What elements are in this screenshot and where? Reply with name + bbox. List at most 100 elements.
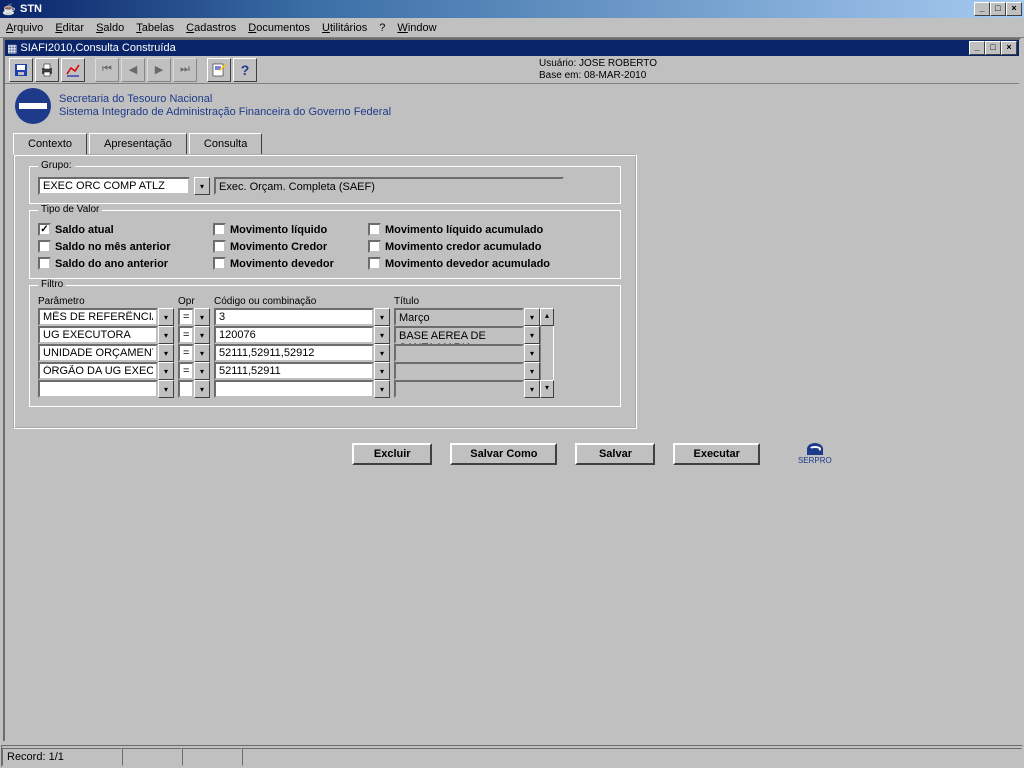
edit-icon-button[interactable] (207, 58, 231, 82)
chk-saldo-ano-anterior[interactable]: Saldo do ano anterior (38, 257, 213, 270)
opr-input[interactable] (178, 362, 194, 380)
scroll-down-button[interactable]: ▾ (540, 380, 554, 398)
grupo-desc: Exec. Orçam. Completa (SAEF) (214, 177, 564, 195)
excluir-button[interactable]: Excluir (352, 443, 432, 465)
executar-button[interactable]: Executar (673, 443, 759, 465)
chk-mov-liquido[interactable]: Movimento líquido (213, 223, 368, 236)
param-input[interactable] (38, 344, 158, 362)
save-icon-button[interactable] (9, 58, 33, 82)
chk-mov-liquido-acum[interactable]: Movimento líquido acumulado (368, 223, 612, 236)
child-minimize-button[interactable]: _ (969, 41, 985, 55)
first-icon-button: ⏮ (95, 58, 119, 82)
filter-row: ▾ ▾ ▾ ▾ (38, 362, 612, 380)
chk-mov-credor[interactable]: Movimento Credor (213, 240, 368, 253)
titulo-readonly (394, 380, 524, 398)
chk-saldo-mes-anterior[interactable]: Saldo no mês anterior (38, 240, 213, 253)
codigo-input[interactable] (214, 326, 374, 344)
salvar-como-button[interactable]: Salvar Como (450, 443, 557, 465)
param-input[interactable] (38, 380, 158, 398)
tab-consulta[interactable]: Consulta (189, 133, 262, 155)
param-input[interactable] (38, 362, 158, 380)
child-titlebar: ▦ SIAFI2010,Consulta Construída _ □ × (5, 40, 1019, 56)
titulo-readonly (394, 362, 524, 380)
filter-row: ▾▾▾▾▾ (38, 380, 612, 398)
grupo-dropdown-button[interactable]: ▾ (194, 177, 210, 195)
child-close-button[interactable]: × (1001, 41, 1017, 55)
codigo-dropdown-button[interactable]: ▾ (374, 344, 390, 362)
menu-saldo[interactable]: Saldo (96, 22, 124, 34)
menu-cadastros[interactable]: Cadastros (186, 22, 236, 34)
serpro-logo: SERPRO (798, 443, 832, 465)
chart-icon-button[interactable] (61, 58, 85, 82)
chk-mov-credor-acum[interactable]: Movimento credor acumulado (368, 240, 612, 253)
titulo-dropdown-button[interactable]: ▾ (524, 380, 540, 398)
grupo-legend: Grupo: (38, 160, 75, 171)
filtro-fieldset: Filtro Parâmetro Opr Código ou combinaçã… (29, 285, 621, 407)
titulo-dropdown-button[interactable]: ▾ (524, 326, 540, 344)
param-dropdown-button[interactable]: ▾ (158, 380, 174, 398)
param-input[interactable] (38, 308, 158, 326)
last-icon-button: ⏭ (173, 58, 197, 82)
codigo-input[interactable] (214, 380, 374, 398)
param-input[interactable] (38, 326, 158, 344)
context-panel: Grupo: ▾ Exec. Orçam. Completa (SAEF) Ti… (13, 154, 637, 429)
print-icon-button[interactable] (35, 58, 59, 82)
maximize-button[interactable]: □ (990, 2, 1006, 16)
codigo-input[interactable] (214, 308, 374, 326)
chk-saldo-atual[interactable]: ✓Saldo atual (38, 223, 213, 236)
codigo-input[interactable] (214, 344, 374, 362)
chk-mov-devedor-acum[interactable]: Movimento devedor acumulado (368, 257, 612, 270)
param-dropdown-button[interactable]: ▾ (158, 326, 174, 344)
codigo-dropdown-button[interactable]: ▾ (374, 380, 390, 398)
opr-input[interactable] (178, 344, 194, 362)
child-maximize-button[interactable]: □ (985, 41, 1001, 55)
opr-dropdown-button[interactable]: ▾ (194, 308, 210, 326)
org-line2: Sistema Integrado de Administração Finan… (59, 106, 391, 119)
chk-mov-devedor[interactable]: Movimento devedor (213, 257, 368, 270)
filter-row: ▾ ▾ ▾ ▾ (38, 344, 612, 362)
close-button[interactable]: × (1006, 2, 1022, 16)
help-icon-button[interactable]: ? (233, 58, 257, 82)
scroll-up-button[interactable]: ▴ (540, 308, 554, 326)
opr-input[interactable] (178, 326, 194, 344)
codigo-input[interactable] (214, 362, 374, 380)
menu-utilitarios[interactable]: Utilitários (322, 22, 367, 34)
opr-dropdown-button[interactable]: ▾ (194, 362, 210, 380)
menu-documentos[interactable]: Documentos (248, 22, 310, 34)
menu-tabelas[interactable]: Tabelas (136, 22, 174, 34)
codigo-dropdown-button[interactable]: ▾ (374, 362, 390, 380)
grupo-input[interactable] (38, 177, 190, 195)
titulo-dropdown-button[interactable]: ▾ (524, 362, 540, 380)
opr-input[interactable] (178, 308, 194, 326)
filter-row: ▾▾▾BASE AEREA DE SANTA MARIA▾ (38, 326, 612, 344)
opr-input[interactable] (178, 380, 194, 398)
outer-window-title: STN (20, 3, 974, 15)
java-icon: ☕ (2, 2, 16, 16)
prev-icon-button: ◀ (121, 58, 145, 82)
menu-editar[interactable]: Editar (55, 22, 84, 34)
salvar-button[interactable]: Salvar (575, 443, 655, 465)
codigo-dropdown-button[interactable]: ▾ (374, 308, 390, 326)
tab-contexto[interactable]: Contexto (13, 133, 87, 155)
menubar: Arquivo Editar Saldo Tabelas Cadastros D… (0, 18, 1024, 38)
tab-apresentacao[interactable]: Apresentação (89, 133, 187, 155)
menu-window[interactable]: Window (397, 22, 436, 34)
titulo-dropdown-button[interactable]: ▾ (524, 344, 540, 362)
minimize-button[interactable]: _ (974, 2, 990, 16)
tabs-row: Contexto Apresentação Consulta (13, 132, 1019, 154)
param-dropdown-button[interactable]: ▾ (158, 308, 174, 326)
param-dropdown-button[interactable]: ▾ (158, 344, 174, 362)
param-dropdown-button[interactable]: ▾ (158, 362, 174, 380)
opr-dropdown-button[interactable]: ▾ (194, 326, 210, 344)
org-header: Secretaria do Tesouro Nacional Sistema I… (5, 84, 1019, 132)
menu-ajuda[interactable]: ? (379, 22, 385, 34)
grupo-fieldset: Grupo: ▾ Exec. Orçam. Completa (SAEF) (29, 166, 621, 204)
tipovalor-legend: Tipo de Valor (38, 204, 102, 215)
titulo-readonly: BASE AEREA DE SANTA MARIA (394, 326, 524, 344)
menu-arquivo[interactable]: Arquivo (6, 22, 43, 34)
opr-dropdown-button[interactable]: ▾ (194, 344, 210, 362)
codigo-dropdown-button[interactable]: ▾ (374, 326, 390, 344)
titulo-dropdown-button[interactable]: ▾ (524, 308, 540, 326)
hdr-opr: Opr (178, 296, 210, 307)
opr-dropdown-button[interactable]: ▾ (194, 380, 210, 398)
